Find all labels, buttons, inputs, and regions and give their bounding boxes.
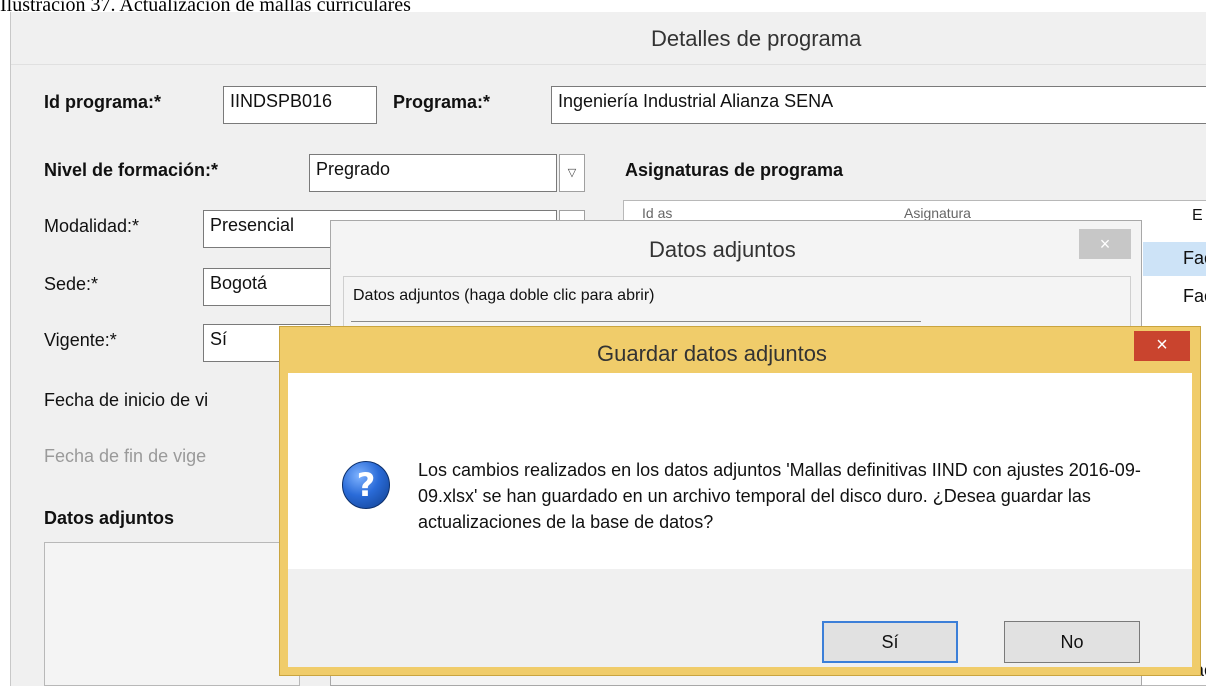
attachments-list[interactable] — [351, 321, 921, 322]
sede-label: Sede:* — [44, 274, 99, 294]
vigente-label: Vigente:* — [44, 330, 117, 350]
close-icon[interactable]: × — [1134, 331, 1190, 361]
attachments-instructions: Datos adjuntos (haga doble clic para abr… — [353, 287, 655, 304]
no-button[interactable]: No — [1004, 621, 1140, 663]
grid-cell: Fac — [1183, 286, 1206, 306]
col-header-id[interactable]: Id as — [642, 205, 672, 221]
save-dialog-title: Guardar datos adjuntos — [597, 341, 827, 366]
window-title: Detalles de programa — [651, 26, 862, 51]
chevron-down-icon: ▽ — [567, 167, 577, 179]
programa-field[interactable]: Ingeniería Industrial Alianza SENA — [551, 86, 1206, 124]
save-dialog-message: Los cambios realizados en los datos adju… — [418, 460, 1141, 532]
grid-row-selected[interactable]: Fac — [1143, 242, 1206, 276]
sede-select[interactable]: Bogotá — [203, 268, 343, 306]
asignaturas-title: Asignaturas de programa — [625, 160, 844, 180]
attachments-dialog-title: Datos adjuntos — [649, 237, 796, 262]
nivel-formacion-label: Nivel de formación:* — [44, 160, 219, 180]
close-icon[interactable]: × — [1079, 229, 1131, 259]
id-programa-label: Id programa:* — [44, 92, 162, 112]
col-header-asignatura[interactable]: Asignatura — [904, 205, 971, 221]
window-titlebar: Detalles de programa — [11, 12, 1206, 65]
id-programa-field[interactable]: IINDSPB016 — [223, 86, 377, 124]
datos-adjuntos-label: Datos adjuntos — [44, 508, 175, 528]
grid-row[interactable]: Fac — [1143, 280, 1206, 314]
modalidad-label: Modalidad:* — [44, 216, 140, 236]
nivel-formacion-select[interactable]: Pregrado — [309, 154, 557, 192]
col-header-e[interactable]: E — [1192, 207, 1203, 225]
programa-label: Programa:* — [393, 92, 491, 112]
yes-button[interactable]: Sí — [822, 621, 958, 663]
save-attachments-dialog: Guardar datos adjuntos × ? Los cambios r… — [279, 326, 1201, 676]
nivel-dropdown-button[interactable]: ▽ — [559, 154, 585, 192]
save-dialog-body: ? Los cambios realizados en los datos ad… — [288, 373, 1192, 667]
question-icon: ? — [342, 461, 390, 509]
fecha-fin-label: Fecha de fin de vige — [44, 446, 207, 466]
attachments-control[interactable] — [44, 542, 300, 686]
grid-cell: Fac — [1183, 248, 1206, 268]
fecha-inicio-label: Fecha de inicio de vi — [44, 390, 209, 410]
